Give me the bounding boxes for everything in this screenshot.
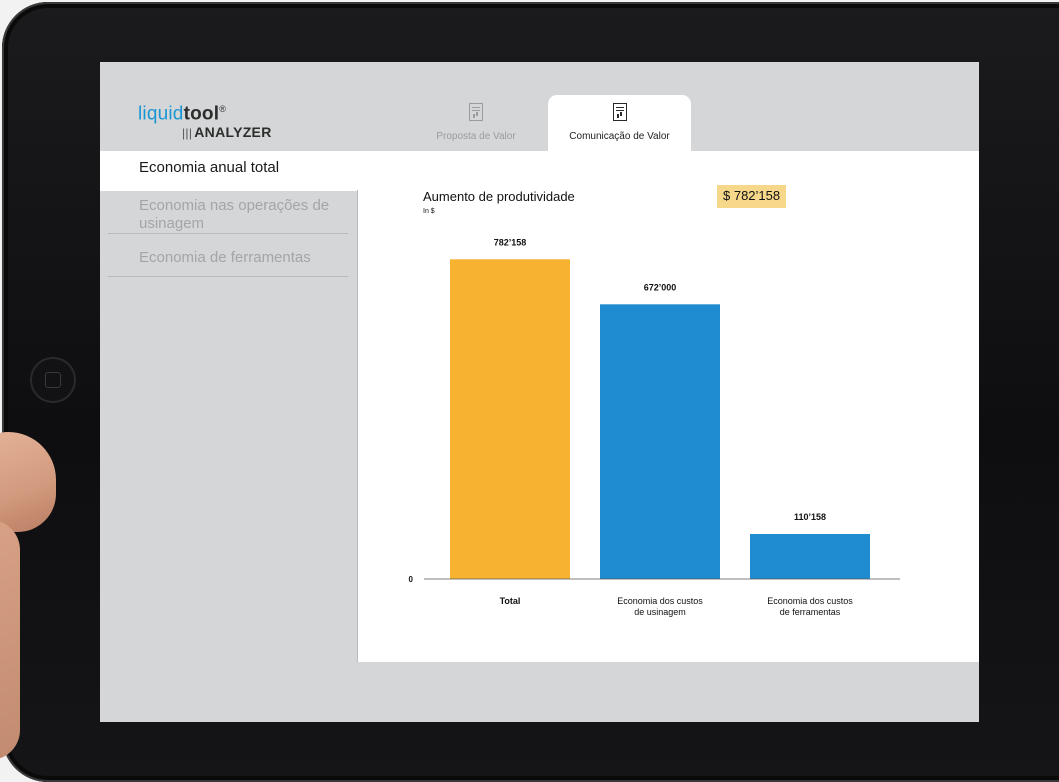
category-label-1-line-1: de usinagem: [634, 607, 686, 617]
category-label-2-line-0: Economia dos custos: [767, 596, 853, 606]
bar-1: [600, 304, 720, 579]
bar-chart: 782’158Total672’000Economia dos custosde…: [409, 237, 900, 617]
category-label-2-line-1: de ferramentas: [780, 607, 841, 617]
app-screen: liquidtool® ||| ANALYZER Proposta de Valo…: [100, 62, 979, 722]
home-button[interactable]: [30, 357, 76, 403]
data-label-2: 110’158: [794, 512, 826, 522]
bar-2: [750, 533, 870, 579]
hand-palm: [0, 520, 20, 760]
bar-0: [450, 259, 570, 579]
category-label-0-line-0: Total: [500, 596, 521, 606]
category-label-1-line-0: Economia dos custos: [617, 596, 703, 606]
data-label-1: 672’000: [644, 282, 677, 292]
data-label-0: 782’158: [494, 237, 527, 247]
y-tick-label-0: 0: [409, 575, 414, 584]
